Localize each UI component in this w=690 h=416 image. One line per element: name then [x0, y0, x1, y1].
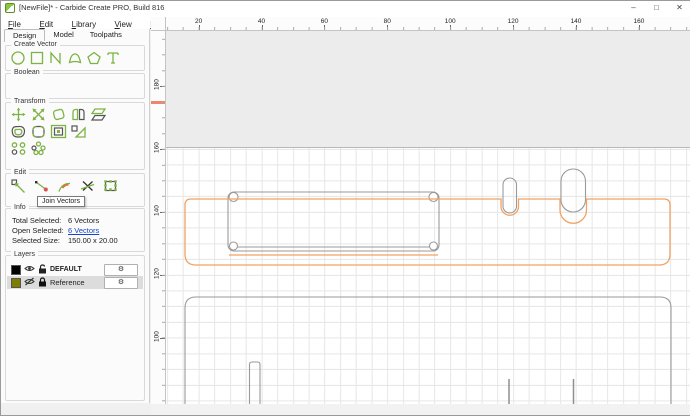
vector-shapes-layer: [166, 31, 690, 404]
info-title: Info: [11, 204, 29, 211]
canvas-bottom-margin: [151, 404, 690, 415]
selected-size-value: 150.00 x 20.00: [68, 236, 118, 246]
menu-library[interactable]: Library: [65, 18, 103, 29]
edit-title: Edit: [11, 169, 29, 176]
cursor-position-marker: [151, 101, 165, 104]
shear-icon[interactable]: [90, 107, 107, 122]
h-ruler-label: 120: [508, 18, 519, 25]
layer-settings-gear-icon[interactable]: ⚙: [104, 277, 138, 289]
v-ruler-label: 140: [154, 202, 161, 218]
tooltip-join-vectors: Join Vectors: [37, 196, 85, 207]
scale-proportions-icon[interactable]: [70, 124, 87, 139]
ruler-corner: [151, 17, 166, 31]
h-ruler-label: 80: [384, 18, 391, 25]
vector-slot-large[interactable]: [561, 169, 586, 212]
rotate-icon[interactable]: [50, 107, 67, 122]
layer-color-swatch[interactable]: [11, 265, 21, 275]
vector-dogbone-fillet[interactable]: [429, 193, 438, 202]
mirror-icon[interactable]: [70, 107, 87, 122]
info-section: Info Total Selected: 6 Vectors Open Sele…: [5, 208, 145, 252]
vector-dogbone-fillet[interactable]: [430, 242, 438, 250]
circle-icon[interactable]: [10, 50, 26, 66]
v-ruler-label: 120: [154, 265, 161, 281]
info-selected-size: Selected Size: 150.00 x 20.00: [6, 236, 144, 246]
boolean-section: Boolean: [5, 73, 145, 99]
fillet-icon[interactable]: [30, 124, 47, 139]
boundary-box-icon[interactable]: [102, 178, 119, 194]
minimize-button[interactable]: –: [622, 1, 645, 14]
info-open-selected: Open Selected: 6 Vectors: [6, 226, 144, 236]
horizontal-ruler: 20 40 60 80 100 120 140 160: [166, 17, 690, 31]
polyline-icon[interactable]: [48, 50, 64, 66]
vector-bottom-panel[interactable]: [185, 297, 671, 404]
app-icon: [5, 3, 15, 13]
curve-icon[interactable]: [67, 50, 83, 66]
create-vector-section: Create Vector: [5, 45, 145, 71]
grid-array-icon[interactable]: [30, 141, 47, 156]
h-ruler-label: 140: [571, 18, 582, 25]
vector-bottom-slot[interactable]: [250, 362, 261, 404]
layer-name-default: DEFAULT: [50, 266, 82, 273]
layers-section: Layers DEFAULT ⚙ R: [5, 255, 145, 401]
design-canvas[interactable]: [166, 31, 690, 404]
layer-color-swatch[interactable]: [11, 278, 21, 288]
transform-title: Transform: [11, 98, 49, 105]
design-panel: Design Model Toolpaths Create Vector: [1, 29, 150, 403]
open-selected-link[interactable]: 6 Vectors: [68, 226, 99, 236]
nested-outline-icon[interactable]: [50, 124, 67, 139]
h-ruler-label: 40: [258, 18, 265, 25]
menu-view[interactable]: View: [108, 18, 139, 29]
circular-array-icon[interactable]: [10, 141, 27, 156]
h-ruler-label: 20: [195, 18, 202, 25]
create-vector-title: Create Vector: [11, 41, 60, 48]
transform-section: Transform: [5, 102, 145, 170]
menu-edit[interactable]: Edit: [32, 18, 60, 29]
tab-toolpaths[interactable]: Toolpaths: [82, 29, 130, 42]
vertical-ruler: 180 160 140 120 100: [151, 31, 166, 404]
window-title: [NewFile]* - Carbide Create PRO, Build 8…: [19, 3, 164, 12]
h-ruler-label: 100: [445, 18, 456, 25]
boolean-title: Boolean: [11, 69, 43, 76]
vector-dogbone-fillet[interactable]: [229, 193, 238, 202]
menu-file[interactable]: File: [1, 18, 28, 29]
lock-icon[interactable]: [38, 277, 47, 289]
v-ruler-label: 100: [154, 328, 161, 344]
vector-slot-small[interactable]: [503, 178, 517, 213]
point-edit-icon[interactable]: [33, 178, 50, 194]
h-ruler-label: 160: [633, 18, 644, 25]
offset-icon[interactable]: [10, 124, 27, 139]
rectangle-icon[interactable]: [29, 50, 45, 66]
text-icon[interactable]: [105, 50, 121, 66]
layer-settings-gear-icon[interactable]: ⚙: [104, 264, 138, 276]
v-ruler-label: 180: [154, 77, 161, 93]
layer-row-default[interactable]: DEFAULT ⚙: [7, 263, 143, 276]
v-ruler-label: 160: [154, 139, 161, 155]
unlock-icon[interactable]: [38, 264, 47, 276]
polygon-icon[interactable]: [86, 50, 102, 66]
node-edit-icon[interactable]: [10, 178, 27, 194]
vector-tray-pocket[interactable]: [228, 192, 439, 251]
layer-name-reference: Reference: [50, 278, 85, 287]
vector-dogbone-fillet[interactable]: [230, 242, 238, 250]
close-button[interactable]: ✕: [668, 1, 690, 14]
join-vectors-icon[interactable]: [56, 178, 73, 194]
move-icon[interactable]: [10, 107, 27, 122]
trim-vectors-icon[interactable]: [79, 178, 96, 194]
layers-title: Layers: [11, 251, 38, 258]
info-total-selected: Total Selected: 6 Vectors: [6, 216, 144, 226]
h-ruler-label: 60: [321, 18, 328, 25]
layer-row-reference[interactable]: Reference ⚙: [7, 276, 143, 289]
title-bar: [NewFile]* - Carbide Create PRO, Build 8…: [1, 1, 690, 14]
scale-icon[interactable]: [30, 107, 47, 122]
visibility-eye-icon[interactable]: [24, 264, 35, 275]
total-selected-value: 6 Vectors: [68, 216, 99, 226]
maximize-button[interactable]: □: [645, 1, 668, 14]
carbide-create-window: [NewFile]* - Carbide Create PRO, Build 8…: [0, 0, 690, 416]
visibility-eye-off-icon[interactable]: [24, 277, 35, 288]
